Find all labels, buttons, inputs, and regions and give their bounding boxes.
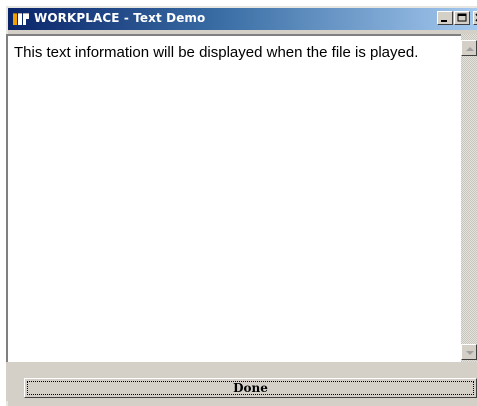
vertical-scrollbar[interactable] — [461, 34, 477, 362]
close-button[interactable] — [473, 11, 477, 25]
title-bar[interactable]: WORKPLACE - Text Demo — [8, 8, 477, 30]
workplace-app-icon — [12, 11, 30, 27]
arrow-down-icon — [466, 351, 474, 355]
maximize-icon — [457, 13, 467, 22]
done-button[interactable]: Done — [24, 378, 477, 398]
maximize-button[interactable] — [454, 11, 470, 25]
minimize-icon — [441, 20, 447, 22]
minimize-button[interactable] — [437, 11, 453, 25]
scroll-down-button[interactable] — [461, 344, 477, 360]
content-text: This text information will be displayed … — [14, 44, 419, 61]
window-title: WORKPLACE - Text Demo — [34, 11, 206, 25]
footer-bar: Done — [6, 362, 477, 401]
text-display-area[interactable] — [6, 34, 461, 362]
arrow-up-icon — [466, 47, 474, 51]
scroll-up-button[interactable] — [461, 40, 477, 56]
